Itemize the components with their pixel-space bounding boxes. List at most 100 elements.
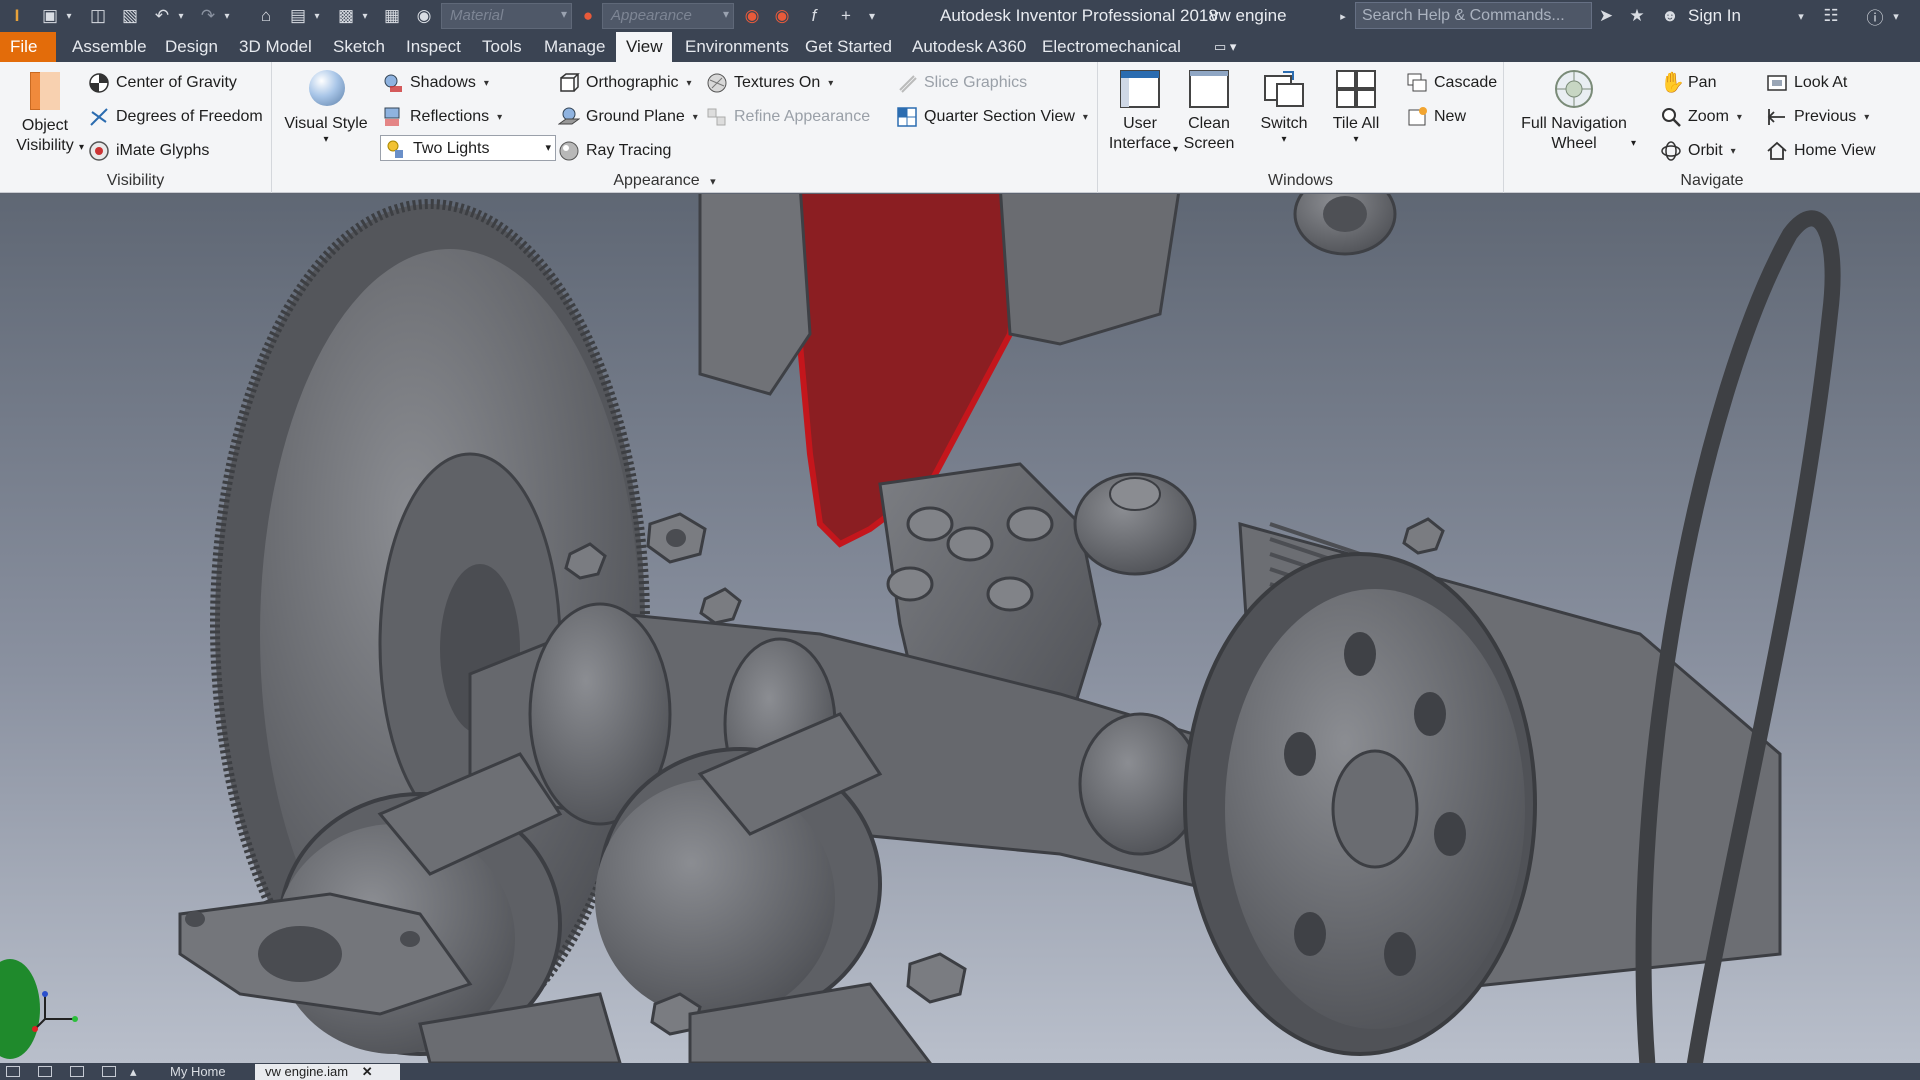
shadows-button[interactable]: Shadows ▾ — [382, 70, 489, 96]
help-dropdown-icon[interactable]: ▾ — [1888, 0, 1904, 32]
tab-tools[interactable]: Tools — [472, 32, 532, 62]
orthographic-button[interactable]: Orthographic ▾ — [558, 70, 692, 96]
object-visibility-button[interactable]: Object Visibility ▾ — [8, 70, 84, 156]
select-icon[interactable]: ▩ — [334, 0, 358, 32]
redo-dropdown-icon[interactable]: ▾ — [220, 0, 234, 32]
lighting-icon — [385, 138, 407, 160]
tab-3d-model[interactable]: 3D Model — [229, 32, 322, 62]
ray-tracing-button[interactable]: Ray Tracing — [558, 138, 671, 164]
tab-my-home[interactable]: My Home — [160, 1064, 250, 1080]
adjust-appearance-icon[interactable]: ◉ — [740, 0, 764, 32]
tab-vw-engine-label: vw engine.iam — [265, 1064, 349, 1079]
tab-manage[interactable]: Manage — [534, 32, 615, 62]
add-icon[interactable]: + — [834, 0, 858, 32]
cart-icon[interactable]: ☷ — [1818, 0, 1844, 32]
previous-view-button[interactable]: Previous ▾ — [1766, 104, 1869, 130]
tile-all-button[interactable]: Tile All ▾ — [1326, 68, 1386, 146]
tab-vw-engine[interactable]: vw engine.iam ✕ — [255, 1064, 400, 1080]
tab-electromechanical[interactable]: Electromechanical — [1032, 32, 1191, 62]
material-combo[interactable]: Material ▾ — [441, 3, 572, 29]
chevron-down-icon: ▾ — [1353, 134, 1359, 145]
tab-view[interactable]: View — [616, 32, 672, 62]
textures-on-button[interactable]: Textures On ▾ — [706, 70, 833, 96]
print-icon[interactable]: ▤ — [286, 0, 310, 32]
search-input[interactable]: Search Help & Commands... — [1355, 2, 1592, 29]
tab-get-started[interactable]: Get Started — [795, 32, 902, 62]
chevron-down-icon: ▾ — [692, 111, 698, 123]
tab-autodesk-a360[interactable]: Autodesk A360 — [902, 32, 1036, 62]
imate-glyphs-button[interactable]: iMate Glyphs — [88, 138, 209, 164]
center-of-gravity-button[interactable]: Center of Gravity — [88, 70, 237, 96]
inventor-logo-icon[interactable]: I — [4, 0, 30, 32]
switch-button[interactable]: Switch ▾ — [1254, 68, 1314, 146]
pan-button[interactable]: ✋ Pan — [1660, 70, 1716, 96]
cascade-button[interactable]: Cascade — [1406, 70, 1497, 96]
reflections-button[interactable]: Reflections ▾ — [382, 104, 502, 130]
home-view-button[interactable]: Home View — [1766, 138, 1876, 164]
quarter-section-view-button[interactable]: Quarter Section View ▾ — [896, 104, 1088, 130]
look-at-button[interactable]: Look At — [1766, 70, 1847, 96]
imate-glyphs-label: iMate Glyphs — [116, 142, 210, 159]
tab-inspect[interactable]: Inspect — [396, 32, 471, 62]
tab-environments[interactable]: Environments — [675, 32, 799, 62]
zoom-button[interactable]: Zoom ▾ — [1660, 104, 1742, 130]
ray-tracing-icon — [558, 140, 580, 162]
home-view-icon — [1766, 140, 1788, 162]
panel-visibility-toggle-icon[interactable]: ▭ ▾ — [1204, 32, 1246, 62]
undo-icon[interactable]: ↶ — [150, 0, 174, 32]
crank-pulley[interactable] — [1183, 552, 1537, 1056]
graphics-viewport[interactable] — [0, 194, 1920, 1063]
globe-icon[interactable]: ◉ — [412, 0, 436, 32]
visual-style-button[interactable]: Visual Style ▾ — [282, 68, 370, 146]
new-dropdown-icon[interactable]: ▾ — [62, 0, 76, 32]
print-dropdown-icon[interactable]: ▾ — [310, 0, 324, 32]
new-window-button[interactable]: New — [1406, 104, 1466, 130]
horizontal-view-icon[interactable] — [70, 1066, 84, 1077]
slice-graphics-label: Slice Graphics — [924, 74, 1028, 91]
chevron-up-icon[interactable]: ▴ — [130, 1064, 140, 1080]
redo-icon[interactable]: ↷ — [196, 0, 220, 32]
new-file-icon[interactable]: ▣ — [38, 0, 62, 32]
user-interface-button[interactable]: User Interface ▾ — [1108, 68, 1178, 155]
home-icon[interactable]: ⌂ — [254, 0, 278, 32]
appearance-combo[interactable]: Appearance ▾ — [602, 3, 734, 29]
slice-graphics-button[interactable]: Slice Graphics — [896, 70, 1027, 96]
favorites-star-icon[interactable]: ★ — [1625, 0, 1649, 32]
new-window-icon — [1406, 106, 1428, 128]
chevron-right-icon[interactable]: ▸ — [1336, 0, 1350, 32]
refine-appearance-button[interactable]: Refine Appearance — [706, 104, 870, 130]
clean-screen-button[interactable]: Clean Screen — [1180, 68, 1238, 154]
full-navigation-wheel-button[interactable]: Full Navigation Wheel ▾ — [1514, 68, 1636, 154]
tab-assemble[interactable]: Assemble — [62, 32, 157, 62]
vertical-view-icon[interactable] — [102, 1066, 116, 1077]
select-dropdown-icon[interactable]: ▾ — [358, 0, 372, 32]
axis-triad-icon[interactable] — [0, 959, 78, 1059]
binoculars-icon[interactable]: ➤ — [1594, 0, 1618, 32]
sign-in-link[interactable]: Sign In — [1688, 6, 1741, 26]
tab-file[interactable]: File — [0, 32, 56, 62]
save-icon[interactable]: ▧ — [118, 0, 142, 32]
orbit-button[interactable]: Orbit ▾ — [1660, 138, 1736, 164]
chevron-down-icon: ▾ — [1281, 134, 1287, 145]
tab-design[interactable]: Design — [155, 32, 228, 62]
list-view-icon[interactable] — [6, 1066, 20, 1077]
close-icon[interactable]: ✕ — [362, 1064, 373, 1079]
engine-assembly-model[interactable] — [0, 194, 1920, 1063]
degrees-of-freedom-button[interactable]: Degrees of Freedom — [88, 104, 263, 130]
undo-dropdown-icon[interactable]: ▾ — [174, 0, 188, 32]
customize-dropdown-icon[interactable]: ▾ — [862, 0, 882, 32]
refine-appearance-label: Refine Appearance — [734, 108, 871, 125]
measure-icon[interactable]: ▦ — [380, 0, 404, 32]
user-icon[interactable]: ☻ — [1658, 0, 1682, 32]
user-interface-label: User Interface — [1108, 115, 1172, 152]
lighting-style-select[interactable]: Two Lights ▾ — [380, 135, 556, 161]
tile-view-icon[interactable] — [38, 1066, 52, 1077]
sign-in-dropdown-icon[interactable]: ▾ — [1793, 0, 1809, 32]
ground-plane-button[interactable]: Ground Plane ▾ — [557, 104, 698, 130]
appearance-panel-label[interactable]: Appearance ▾ — [232, 172, 1097, 190]
parameters-icon[interactable]: f — [802, 0, 826, 32]
help-icon[interactable]: ⓘ — [1862, 0, 1888, 32]
tab-sketch[interactable]: Sketch — [323, 32, 395, 62]
clear-appearance-icon[interactable]: ◉ — [770, 0, 794, 32]
open-icon[interactable]: ◫ — [86, 0, 110, 32]
